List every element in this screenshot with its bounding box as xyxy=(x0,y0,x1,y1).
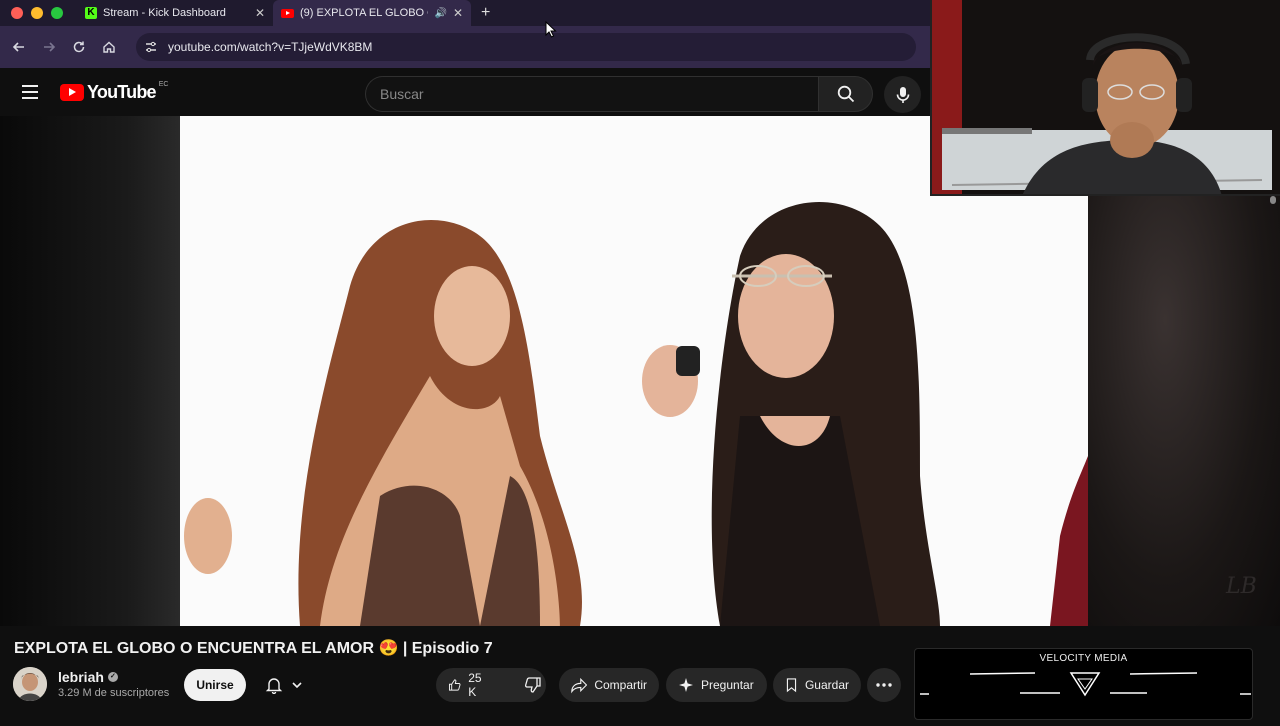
like-count: 25 K xyxy=(468,671,482,699)
like-dislike-group: 25 K xyxy=(436,668,546,702)
reload-icon[interactable] xyxy=(70,38,88,56)
sidebar-ad[interactable]: VELOCITY MEDIA xyxy=(914,648,1253,720)
browser-tab-kick[interactable]: K Stream - Kick Dashboard ✕ xyxy=(77,2,273,24)
channel-text: lebriah ✓ 3.29 M de suscriptores xyxy=(58,669,169,699)
video-title: EXPLOTA EL GLOBO O ENCUENTRA EL AMOR 😍 |… xyxy=(14,640,493,657)
voice-search-button[interactable] xyxy=(884,76,921,113)
tab-title: (9) EXPLOTA EL GLOBO O ENCUENTRA EL AMOR xyxy=(300,7,428,19)
channel-name-row[interactable]: lebriah ✓ xyxy=(58,669,169,685)
browser-toolbar: youtube.com/watch?v=TJjeWdVK8BM xyxy=(0,26,930,68)
thumbs-up-icon xyxy=(448,679,461,691)
ad-label: VELOCITY MEDIA xyxy=(1039,653,1128,664)
share-icon xyxy=(571,677,588,694)
browser-tab-youtube[interactable]: (9) EXPLOTA EL GLOBO O ENCUENTRA EL AMOR… xyxy=(273,0,471,26)
microphone-icon xyxy=(896,86,909,103)
kick-icon: K xyxy=(85,7,97,19)
ambient-left xyxy=(0,116,180,626)
tab-title: Stream - Kick Dashboard xyxy=(103,7,226,19)
youtube-logo[interactable]: YouTube EC xyxy=(60,81,168,103)
channel-watermark: LB xyxy=(1226,574,1257,599)
home-icon[interactable] xyxy=(100,38,118,56)
like-button[interactable]: 25 K xyxy=(436,668,498,702)
sparkle-icon xyxy=(679,678,693,692)
close-window-button[interactable] xyxy=(11,7,23,19)
bookmark-icon xyxy=(786,678,797,693)
channel-avatar[interactable] xyxy=(13,667,47,701)
minimize-window-button[interactable] xyxy=(31,7,43,19)
url-text: youtube.com/watch?v=TJjeWdVK8BM xyxy=(168,40,373,54)
share-button[interactable]: Compartir xyxy=(559,668,659,702)
search-bar: Buscar xyxy=(365,76,873,112)
verified-icon: ✓ xyxy=(107,672,118,682)
ask-button[interactable]: Preguntar xyxy=(666,668,767,702)
close-tab-icon[interactable]: ✕ xyxy=(453,6,463,20)
webcam-overlay xyxy=(930,0,1280,196)
channel-name[interactable]: lebriah xyxy=(58,669,104,685)
notifications-button[interactable] xyxy=(253,669,315,701)
window-controls xyxy=(11,7,63,19)
youtube-header: YouTube EC Buscar xyxy=(0,68,930,116)
chevron-down-icon xyxy=(292,682,302,689)
subscriber-count: 3.29 M de suscriptores xyxy=(58,687,170,699)
search-input[interactable]: Buscar xyxy=(365,76,818,112)
menu-icon[interactable] xyxy=(22,85,38,99)
youtube-play-icon xyxy=(60,84,84,101)
more-horizontal-icon xyxy=(876,683,892,687)
bell-icon xyxy=(265,678,283,694)
site-settings-icon[interactable] xyxy=(144,40,158,54)
streamer-webcam xyxy=(932,0,1280,194)
search-icon xyxy=(837,85,854,103)
search-button[interactable] xyxy=(818,76,873,112)
speaker-icon[interactable]: 🔊 xyxy=(434,8,446,19)
channel-info: lebriah ✓ 3.29 M de suscriptores xyxy=(13,667,169,701)
new-tab-button[interactable]: + xyxy=(481,4,490,22)
close-tab-icon[interactable]: ✕ xyxy=(255,6,265,20)
mouse-cursor-icon xyxy=(545,21,557,38)
scrollbar-thumb[interactable] xyxy=(1270,196,1276,204)
maximize-window-button[interactable] xyxy=(51,7,63,19)
youtube-icon xyxy=(281,8,294,18)
forward-arrow-icon[interactable] xyxy=(40,38,58,56)
thumbs-down-icon xyxy=(525,677,542,693)
dislike-button[interactable] xyxy=(512,668,554,702)
join-button[interactable]: Unirse xyxy=(184,669,246,701)
more-actions-button[interactable] xyxy=(867,668,901,702)
url-bar[interactable]: youtube.com/watch?v=TJjeWdVK8BM xyxy=(136,33,916,61)
back-arrow-icon[interactable] xyxy=(10,38,28,56)
browser-tab-bar: K Stream - Kick Dashboard ✕ (9) EXPLOTA … xyxy=(0,0,930,26)
save-button[interactable]: Guardar xyxy=(773,668,861,702)
